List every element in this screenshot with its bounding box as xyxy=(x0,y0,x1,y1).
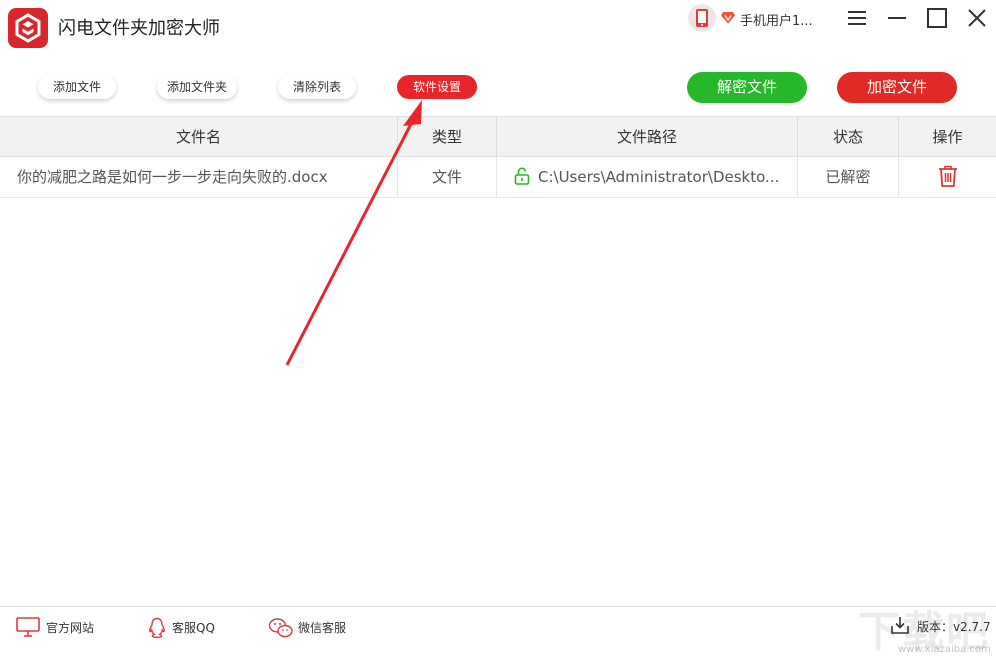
watermark-url: www.xiazaiba.com xyxy=(898,644,991,655)
vip-diamond-icon xyxy=(721,12,735,24)
clear-list-button[interactable]: 清除列表 xyxy=(278,75,356,99)
file-status-cell: 已解密 xyxy=(798,157,899,197)
column-header-path[interactable]: 文件路径 xyxy=(497,117,798,157)
add-file-button[interactable]: 添加文件 xyxy=(38,75,116,99)
wechat-support-label: 微信客服 xyxy=(298,621,347,635)
download-update-icon[interactable] xyxy=(890,615,910,635)
file-path-text: C:\Users\Administrator\Deskto... xyxy=(538,168,780,186)
close-icon[interactable] xyxy=(965,6,989,30)
file-type-cell: 文件 xyxy=(398,157,497,197)
file-path-cell: C:\Users\Administrator\Deskto... xyxy=(497,157,798,197)
add-folder-button[interactable]: 添加文件夹 xyxy=(157,75,237,99)
qq-support-label: 客服QQ xyxy=(172,621,215,635)
phone-icon xyxy=(688,4,716,32)
column-header-action: 操作 xyxy=(932,128,963,146)
unlocked-padlock-icon xyxy=(514,167,530,185)
qq-support-link[interactable]: 客服QQ xyxy=(146,617,226,639)
action-cell xyxy=(899,157,996,197)
app-title: 闪电文件夹加密大师 xyxy=(58,18,220,39)
wechat-icon xyxy=(268,618,293,638)
column-header-type[interactable]: 类型 xyxy=(398,117,497,157)
monitor-icon xyxy=(16,617,40,637)
table-row[interactable]: 你的减肥之路是如何一步一步走向失败的.docx 文件 C:\Users\Admi… xyxy=(0,157,996,198)
decrypt-file-button[interactable]: 解密文件 xyxy=(687,72,807,103)
title-bar: 闪电文件夹加密大师 手机用户1... xyxy=(0,0,996,58)
official-website-link[interactable]: 官方网站 xyxy=(16,617,106,637)
footer: 官方网站 客服QQ 微信客服 xyxy=(0,606,996,657)
minimize-icon[interactable] xyxy=(885,6,909,30)
toolbar: 添加文件 添加文件夹 清除列表 软件设置 解密文件 加密文件 xyxy=(0,58,996,116)
column-header-filename[interactable]: 文件名 xyxy=(0,117,398,157)
table-header: 文件名 类型 文件路径 状态 操作 xyxy=(0,116,996,157)
hamburger-menu-icon[interactable] xyxy=(845,6,869,30)
encrypt-file-button[interactable]: 加密文件 xyxy=(837,72,957,103)
file-name-cell: 你的减肥之路是如何一步一步走向失败的.docx xyxy=(0,157,398,197)
qq-penguin-icon xyxy=(149,617,165,639)
official-website-label: 官方网站 xyxy=(46,621,95,635)
version-label: 版本：v2.7.7 xyxy=(917,620,991,634)
user-name: 手机用户1... xyxy=(740,14,813,29)
column-header-status[interactable]: 状态 xyxy=(798,117,899,157)
maximize-icon[interactable] xyxy=(925,6,949,30)
trash-icon[interactable] xyxy=(938,165,958,187)
wechat-support-link[interactable]: 微信客服 xyxy=(268,617,358,638)
app-logo-icon xyxy=(8,8,48,48)
settings-button[interactable]: 软件设置 xyxy=(397,75,477,99)
